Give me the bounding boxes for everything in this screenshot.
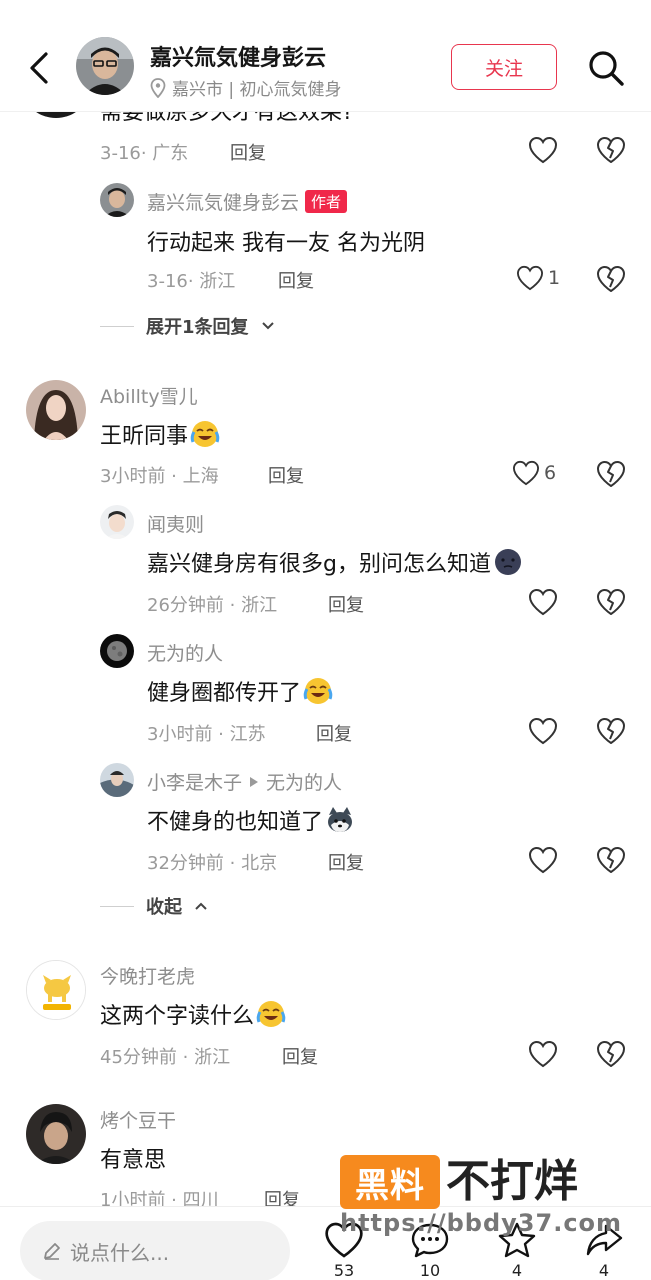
comment-text: 行动起来 我有一友 名为光阴 bbox=[147, 231, 425, 256]
comment-time-location: 45分钟前 · 浙江 bbox=[100, 1047, 231, 1068]
favorite-count: 4 bbox=[511, 1261, 523, 1280]
comment-count: 10 bbox=[419, 1261, 441, 1280]
avatar[interactable] bbox=[100, 505, 134, 539]
comment-time-location: 32分钟前 · 北京 bbox=[147, 853, 278, 874]
avatar[interactable] bbox=[100, 183, 134, 217]
location-text: 嘉兴市 | 初心氚気健身 bbox=[172, 80, 342, 100]
avatar[interactable] bbox=[26, 380, 86, 440]
username-text[interactable]: 嘉兴氚気健身彭云 bbox=[147, 188, 299, 215]
expand-label: 展开1条回复 bbox=[146, 317, 249, 338]
reply-button[interactable]: 回复 bbox=[316, 720, 352, 746]
back-icon[interactable] bbox=[22, 48, 56, 88]
comment-username[interactable]: 嘉兴氚気健身彭云 作者 bbox=[147, 188, 348, 215]
like-count: 1 bbox=[548, 267, 561, 289]
watermark-text: 不打烊 bbox=[446, 1156, 578, 1207]
comment-text: 不健身的也知道了 bbox=[147, 804, 355, 836]
avatar[interactable] bbox=[100, 634, 134, 668]
comment-username[interactable]: Abillty雪儿 bbox=[100, 382, 198, 409]
like-button[interactable]: 6 bbox=[512, 460, 556, 486]
comment-input-placeholder: 说点什么... bbox=[70, 1240, 170, 1265]
husky-emoji-icon bbox=[328, 807, 353, 832]
share-count: 4 bbox=[598, 1261, 610, 1280]
comment-username[interactable]: 无为的人 bbox=[147, 639, 223, 666]
comment-text-content: 不健身的也知道了 bbox=[147, 810, 324, 835]
comment-username[interactable]: 小李是木子 无为的人 bbox=[147, 768, 342, 795]
collapse-replies-button[interactable]: 收起 bbox=[100, 893, 208, 919]
laugh-cry-emoji-icon bbox=[190, 421, 220, 447]
comment-username[interactable]: 烤个豆干 bbox=[100, 1106, 176, 1133]
collapse-label: 收起 bbox=[146, 897, 182, 918]
comment-text: 嘉兴健身房有很多g，别问怎么知道 bbox=[147, 546, 523, 578]
comment-time-location: 3小时前 · 江苏 bbox=[147, 724, 266, 745]
heart-icon[interactable] bbox=[528, 717, 558, 745]
reply-button[interactable]: 回复 bbox=[268, 462, 304, 488]
watermark-badge: 黑料 bbox=[340, 1155, 440, 1209]
avatar[interactable] bbox=[100, 763, 134, 797]
chevron-up-icon bbox=[195, 902, 207, 910]
comment-time-location: 3-16· 广东 bbox=[100, 143, 189, 164]
like-count: 6 bbox=[544, 462, 557, 484]
pencil-icon bbox=[44, 1243, 60, 1260]
author-avatar[interactable] bbox=[76, 37, 134, 95]
comment-time-location: 3-16· 浙江 bbox=[147, 271, 236, 292]
chevron-down-icon bbox=[261, 322, 274, 330]
divider bbox=[100, 905, 134, 907]
heart-icon[interactable] bbox=[528, 846, 558, 874]
comment-time-location: 3小时前 · 上海 bbox=[100, 466, 219, 487]
comment-text-content: 王昕同事 bbox=[100, 424, 189, 449]
comment-time-location: 26分钟前 · 浙江 bbox=[147, 595, 278, 616]
reply-arrow-icon bbox=[250, 776, 259, 787]
comment-text: 健身圈都传开了 bbox=[147, 675, 333, 707]
broken-heart-icon[interactable] bbox=[596, 265, 626, 293]
author-badge: 作者 bbox=[305, 190, 348, 213]
heart-icon bbox=[516, 265, 544, 291]
reply-button[interactable]: 回复 bbox=[230, 139, 266, 165]
avatar[interactable] bbox=[26, 960, 86, 1020]
broken-heart-icon[interactable] bbox=[596, 460, 626, 488]
avatar[interactable] bbox=[26, 1104, 86, 1164]
username-text[interactable]: 小李是木子 bbox=[147, 768, 242, 795]
heart-icon[interactable] bbox=[528, 1040, 558, 1068]
reply-to-username[interactable]: 无为的人 bbox=[266, 768, 342, 795]
laugh-cry-emoji-icon bbox=[303, 678, 333, 704]
broken-heart-icon[interactable] bbox=[596, 1040, 626, 1068]
like-count: 53 bbox=[333, 1261, 355, 1280]
author-location: 嘉兴市 | 初心氚気健身 bbox=[150, 75, 342, 100]
dark-face-emoji-icon bbox=[494, 549, 521, 575]
comment-text-content: 健身圈都传开了 bbox=[147, 681, 302, 706]
heart-icon[interactable] bbox=[528, 588, 558, 616]
reply-button[interactable]: 回复 bbox=[328, 849, 364, 875]
reply-button[interactable]: 回复 bbox=[278, 267, 314, 293]
reply-button[interactable]: 回复 bbox=[328, 591, 364, 617]
comment-text-content: 这两个字读什么 bbox=[100, 1004, 255, 1029]
comment-text: 这两个字读什么 bbox=[100, 998, 286, 1030]
broken-heart-icon[interactable] bbox=[596, 136, 626, 164]
search-icon[interactable] bbox=[586, 48, 626, 88]
location-pin-icon bbox=[150, 77, 166, 98]
author-name[interactable]: 嘉兴氚気健身彭云 bbox=[150, 40, 326, 72]
comment-username[interactable]: 今晚打老虎 bbox=[100, 962, 195, 989]
heart-icon[interactable] bbox=[528, 136, 558, 164]
comment-text: 有意思 bbox=[100, 1148, 167, 1173]
expand-replies-button[interactable]: 展开1条回复 bbox=[100, 313, 275, 339]
like-button[interactable]: 1 bbox=[516, 265, 560, 291]
watermark-url: https://bbdy37.com bbox=[340, 1209, 623, 1237]
comment-text: 王昕同事 bbox=[100, 418, 220, 450]
reply-button[interactable]: 回复 bbox=[282, 1043, 318, 1069]
comment-username[interactable]: 闻夷则 bbox=[147, 510, 204, 537]
broken-heart-icon[interactable] bbox=[596, 717, 626, 745]
follow-button[interactable]: 关注 bbox=[451, 44, 557, 90]
heart-icon bbox=[512, 460, 540, 486]
comment-text-content: 嘉兴健身房有很多g，别问怎么知道 bbox=[147, 552, 491, 577]
laugh-cry-emoji-icon bbox=[256, 1001, 286, 1027]
comment-input[interactable]: 说点什么... bbox=[20, 1221, 290, 1280]
top-bar: 嘉兴氚気健身彭云 嘉兴市 | 初心氚気健身 关注 bbox=[0, 0, 651, 112]
broken-heart-icon[interactable] bbox=[596, 846, 626, 874]
broken-heart-icon[interactable] bbox=[596, 588, 626, 616]
divider bbox=[100, 325, 134, 327]
